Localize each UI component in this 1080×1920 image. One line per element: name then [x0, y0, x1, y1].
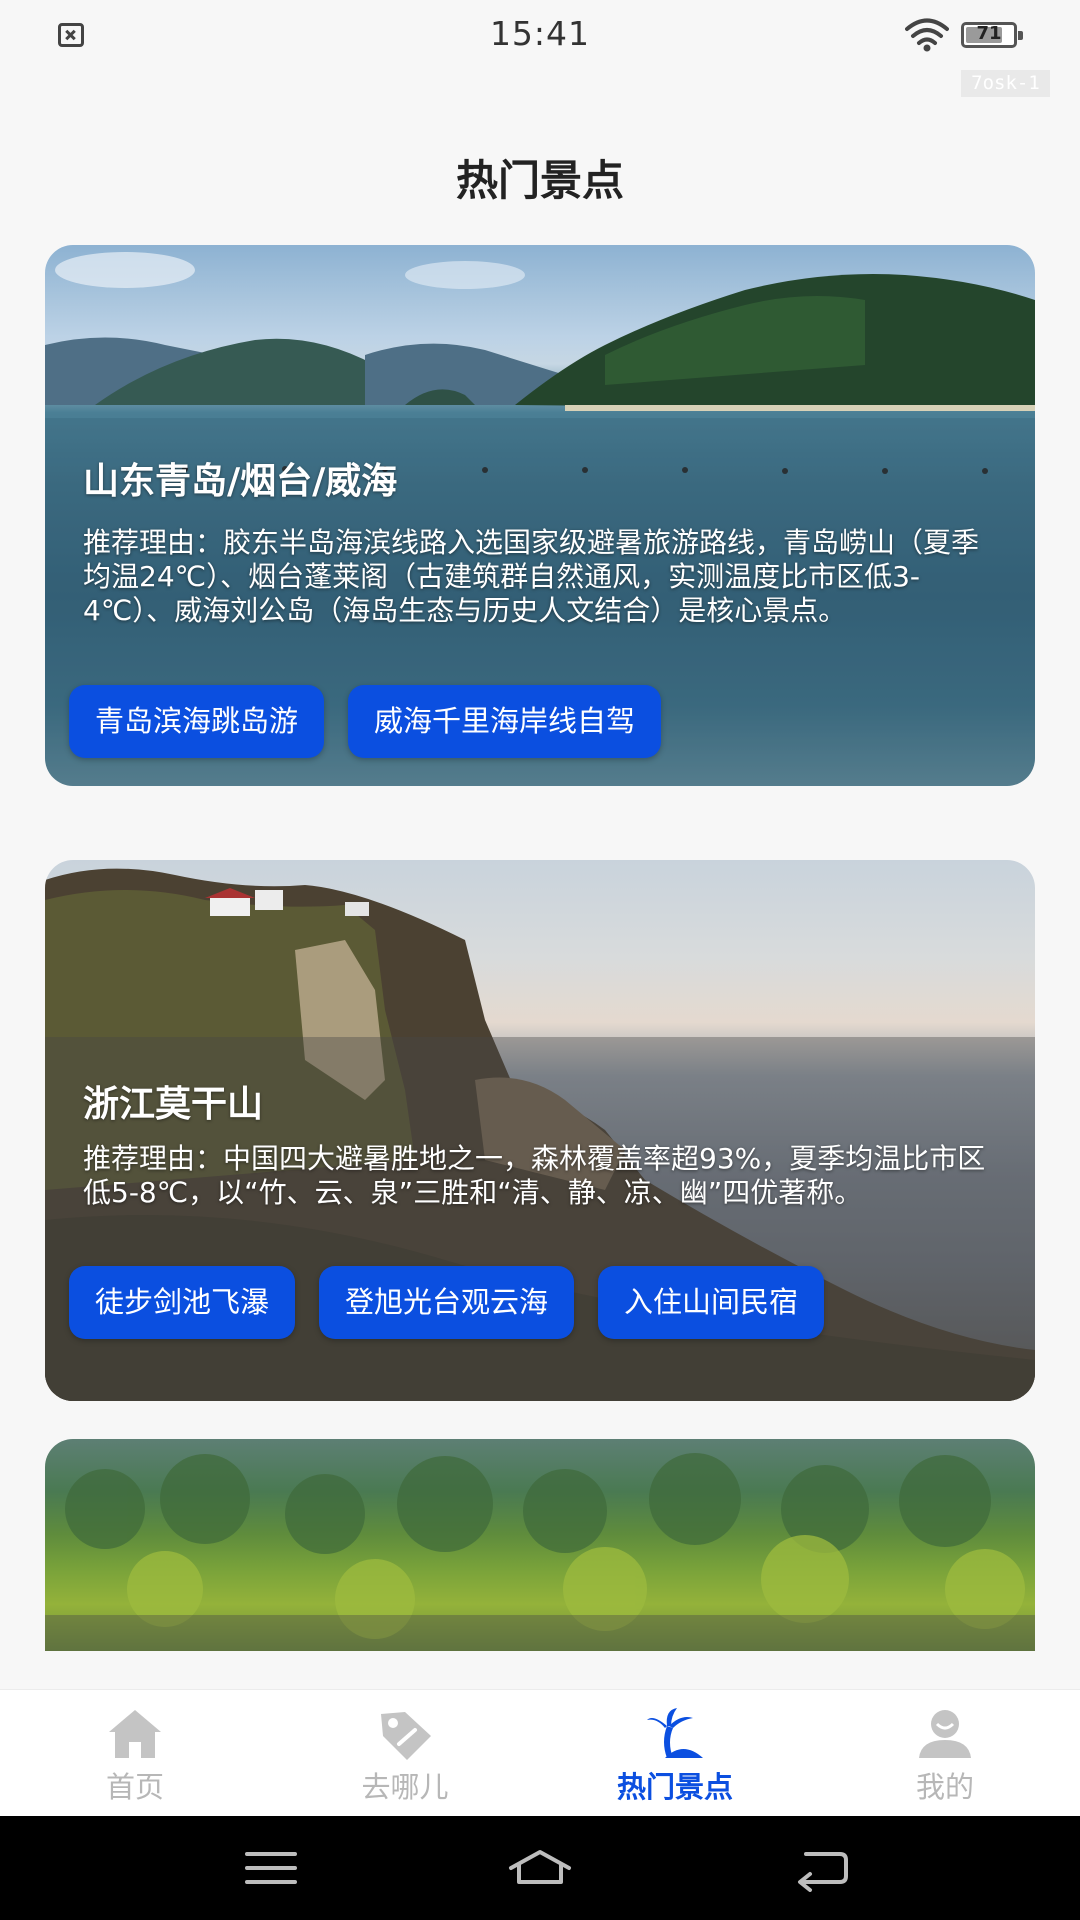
nav-label: 去哪儿	[361, 1770, 449, 1804]
attraction-card-moganshan[interactable]: 浙江莫干山 推荐理由：中国四大避暑胜地之一，森林覆盖率超93%，夏季均温比市区低…	[45, 860, 1035, 1401]
card-title: 浙江莫干山	[83, 1084, 264, 1125]
nav-item-where[interactable]: 去哪儿	[270, 1690, 540, 1817]
wifi-icon	[905, 18, 949, 52]
nav-label: 热门景点	[616, 1770, 733, 1804]
home-icon	[109, 1710, 161, 1758]
tag-button[interactable]: 登旭光台观云海	[319, 1266, 575, 1339]
nav-label: 首页	[105, 1770, 164, 1804]
palm-island-icon	[647, 1708, 703, 1758]
card-text-overlay	[45, 1615, 1035, 1651]
tag-icon	[381, 1712, 431, 1760]
device-tag: 7osk-1	[961, 70, 1050, 97]
card-title: 山东青岛/烟台/威海	[83, 461, 398, 502]
tag-button[interactable]: 威海千里海岸线自驾	[348, 685, 662, 758]
system-nav-bar	[0, 1816, 1080, 1920]
user-icon	[919, 1710, 971, 1758]
nav-item-home[interactable]: 首页	[0, 1690, 270, 1817]
attraction-card-partial[interactable]	[45, 1439, 1035, 1651]
status-bar: 15:41 71	[0, 0, 1080, 70]
tag-list: 青岛滨海跳岛游 威海千里海岸线自驾	[69, 685, 662, 758]
attraction-card-shandong[interactable]: 山东青岛/烟台/威海 推荐理由：胶东半岛海滨线路入选国家级避暑旅游路线，青岛崂山…	[45, 245, 1035, 786]
tag-button[interactable]: 青岛滨海跳岛游	[69, 685, 325, 758]
nav-item-hot-spots[interactable]: 热门景点	[540, 1690, 810, 1817]
tag-list: 徒步剑池飞瀑 登旭光台观云海 入住山间民宿	[69, 1266, 825, 1339]
battery-level: 71	[976, 23, 1002, 44]
tag-button[interactable]: 入住山间民宿	[598, 1266, 825, 1339]
nav-item-mine[interactable]: 我的	[810, 1690, 1080, 1817]
tag-button[interactable]: 徒步剑池飞瀑	[69, 1266, 296, 1339]
bottom-nav: 首页 去哪儿 热门景点 我的	[0, 1689, 1080, 1816]
card-reason: 推荐理由：胶东半岛海滨线路入选国家级避暑旅游路线，青岛崂山（夏季均温24℃）、烟…	[83, 526, 980, 627]
menu-icon[interactable]	[241, 1844, 301, 1892]
home-button-icon[interactable]	[505, 1844, 575, 1892]
back-icon[interactable]	[792, 1844, 852, 1892]
battery-icon: 71	[961, 22, 1023, 48]
card-reason: 推荐理由：中国四大避暑胜地之一，森林覆盖率超93%，夏季均温比市区低5-8℃，以…	[83, 1142, 986, 1209]
page-title: 热门景点	[455, 156, 624, 205]
nav-label: 我的	[915, 1770, 974, 1804]
